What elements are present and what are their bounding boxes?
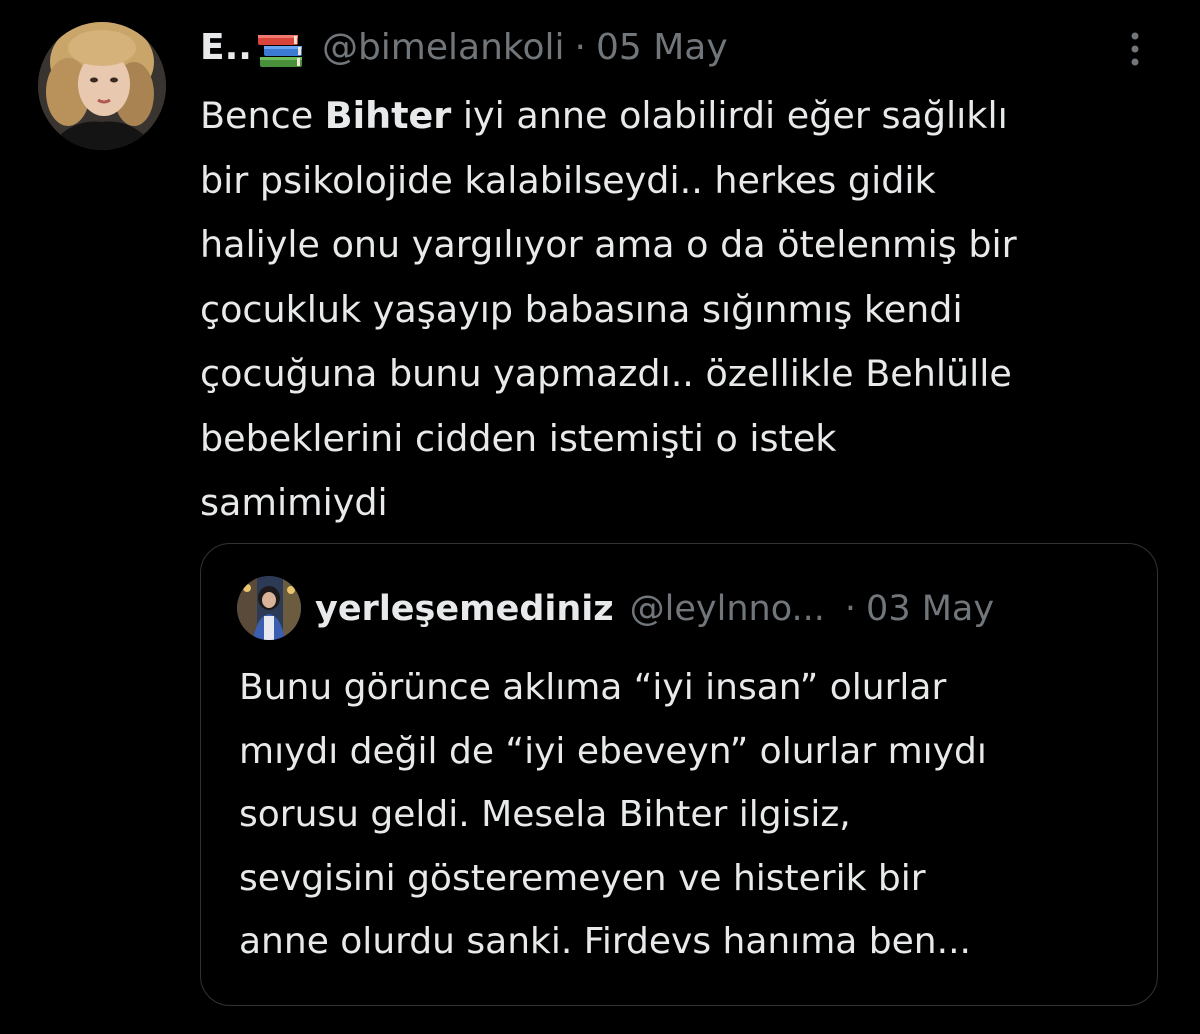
quoted-text-line: mıydı değil de “iyi ebeveyn” olurlar mıy…: [239, 730, 987, 772]
quoted-tweet-date[interactable]: 03 May: [866, 584, 994, 634]
quoted-author-name[interactable]: yerleşemediniz: [315, 584, 614, 634]
author-name[interactable]: E..: [200, 22, 252, 74]
quoted-author-avatar[interactable]: [237, 576, 301, 640]
quoted-text-line: anne olurdu sanki. Firdevs hanıma ben...: [239, 921, 971, 962]
quoted-tweet-text: Bunu görünce aklıma “iyi insan” olurlar …: [239, 656, 1139, 974]
tweet-text-line: bir psikolojide kalabilseydi.. herkes gi…: [200, 158, 936, 202]
header-separator: ·: [574, 27, 586, 68]
text-segment: Bence: [200, 94, 325, 137]
quoted-text-line: Bunu görünce aklıma “iyi insan” olurlar: [239, 667, 947, 708]
author-handle[interactable]: @bimelankoli: [322, 22, 565, 74]
books-icon: [256, 30, 306, 70]
quoted-header-separator: ·: [844, 589, 857, 629]
quoted-author-handle[interactable]: @leylnno...: [630, 584, 825, 634]
text-segment: iyi anne olabilirdi eğer sağlıklı: [451, 94, 1008, 137]
tweet-text-line: Bence Bihter iyi anne olabilirdi eğer sa…: [200, 84, 1160, 149]
tweet-text-line: haliyle onu yargılıyor ama o da ötelenmi…: [200, 223, 1017, 266]
quoted-tweet-header: yerleşemediniz @leylnno... · 03 May: [315, 584, 994, 634]
tweet-date[interactable]: 05 May: [596, 22, 728, 74]
tweet-header: E.. @bimelankoli · 05 May: [200, 22, 728, 74]
tweet-text-line: çocuğuna bunu yapmazdı.. özellikle Behlü…: [200, 352, 1012, 395]
more-vertical-icon[interactable]: [1120, 28, 1150, 70]
tweet-text-line: bebeklerini cidden istemişti o istek: [200, 416, 837, 460]
tweet-text: Bence Bihter iyi anne olabilirdi eğer sa…: [200, 84, 1160, 536]
tweet[interactable]: E.. @bimelankoli · 05 May Bence Bihter i…: [0, 0, 1200, 1034]
quoted-tweet[interactable]: yerleşemediniz @leylnno... · 03 May Bunu…: [200, 543, 1158, 1006]
quoted-text-line: sorusu geldi. Mesela Bihter ilgisiz,: [239, 794, 851, 835]
tweet-text-line: çocukluk yaşayıp babasına sığınmış kendi: [200, 287, 963, 331]
tweet-text-line: samimiydi: [200, 481, 388, 524]
author-avatar[interactable]: [38, 22, 166, 150]
quoted-text-line: sevgisini gösteremeyen ve histerik bir: [239, 857, 926, 899]
bold-text-segment: Bihter: [324, 94, 452, 137]
